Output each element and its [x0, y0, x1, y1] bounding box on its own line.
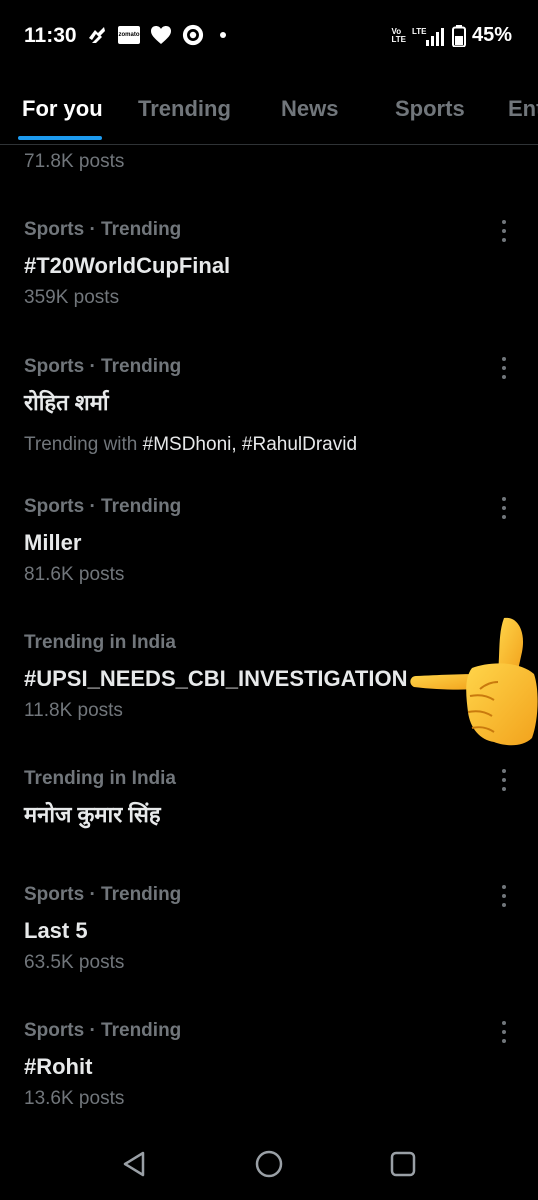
trend-name: रोहित शर्मा	[24, 390, 109, 415]
tab-sports[interactable]: Sports	[395, 96, 465, 122]
status-time: 11:30	[24, 24, 77, 47]
trend-post-count: 71.8K posts	[24, 151, 125, 172]
system-navigation-bar	[0, 1128, 538, 1200]
trend-item[interactable]: Sports · Trending Last 5 63.5K posts	[24, 883, 518, 975]
back-triangle-icon[interactable]	[116, 1146, 152, 1182]
active-tab-indicator	[18, 136, 102, 140]
trend-category: Sports · Trending	[24, 219, 182, 240]
trend-name: #T20WorldCupFinal	[24, 253, 231, 278]
tab-news[interactable]: News	[281, 96, 338, 122]
more-notifications-dot-icon	[220, 32, 226, 38]
zomato-label: zomato	[118, 32, 140, 38]
trend-post-count: 359K posts	[24, 287, 120, 308]
recents-square-icon[interactable]	[385, 1146, 421, 1182]
trend-post-count: 63.5K posts	[24, 952, 125, 973]
battery-icon	[451, 24, 466, 47]
more-vertical-icon[interactable]	[494, 355, 514, 381]
tab-for-you[interactable]: For you	[22, 96, 103, 122]
trend-category: Sports · Trending	[24, 496, 182, 517]
trend-name: #Rohit	[24, 1054, 93, 1079]
tab-entertainment[interactable]: Ent	[508, 96, 538, 122]
trend-category: Trending in India	[24, 768, 176, 789]
more-vertical-icon[interactable]	[494, 495, 514, 521]
trend-item[interactable]: Sports · Trending रोहित शर्मा Trending w…	[24, 355, 518, 457]
signal-strength-icon: LTE	[412, 25, 446, 47]
trend-post-count: 13.6K posts	[24, 1088, 125, 1109]
record-circle-icon	[182, 24, 204, 46]
more-vertical-icon[interactable]	[494, 218, 514, 244]
trend-category: Sports · Trending	[24, 884, 182, 905]
trend-item[interactable]: Trending in India मनोज कुमार सिंह	[24, 767, 518, 829]
trend-category: Sports · Trending	[24, 356, 182, 377]
trend-name: मनोज कुमार सिंह	[24, 802, 161, 827]
trending-with-tags[interactable]: #MSDhoni, #RahulDravid	[143, 434, 357, 455]
trend-item[interactable]: Sports · Trending #T20WorldCupFinal 359K…	[24, 218, 518, 310]
tab-trending[interactable]: Trending	[138, 96, 231, 122]
volte-indicator: Vo LTE	[391, 27, 406, 44]
trend-item[interactable]: Sports · Trending Miller 81.6K posts	[24, 495, 518, 587]
heart-icon	[150, 24, 172, 46]
volte-bottom: LTE	[391, 34, 406, 44]
trend-post-count: 81.6K posts	[24, 564, 125, 585]
backhand-index-pointing-left-emoji	[408, 612, 538, 747]
trend-category: Sports · Trending	[24, 1020, 182, 1041]
svg-text:LTE: LTE	[412, 27, 427, 36]
battery-percentage: 45%	[471, 24, 512, 46]
trend-name: Miller	[24, 530, 82, 555]
system-status: Vo LTE LTE 45%	[391, 24, 512, 47]
trend-item[interactable]: Sports · Trending #Rohit 13.6K posts	[24, 1019, 518, 1111]
trend-item-partial[interactable]: 71.8K posts	[24, 150, 518, 174]
explore-tabs: For you Trending News Sports Ent	[0, 72, 538, 145]
trend-name: Last 5	[24, 918, 88, 943]
home-circle-icon[interactable]	[251, 1146, 287, 1182]
status-bar: 11:30 zomato Vo LTE LTE 45%	[0, 0, 538, 72]
more-vertical-icon[interactable]	[494, 1019, 514, 1045]
trending-with-label: Trending with	[24, 434, 138, 455]
more-vertical-icon[interactable]	[494, 883, 514, 909]
trending-with: Trending with #MSDhoni, #RahulDravid	[24, 433, 518, 457]
more-vertical-icon[interactable]	[494, 767, 514, 793]
app-notification-icon	[86, 24, 108, 46]
zomato-icon: zomato	[118, 26, 140, 44]
notification-icons: zomato	[86, 24, 226, 46]
